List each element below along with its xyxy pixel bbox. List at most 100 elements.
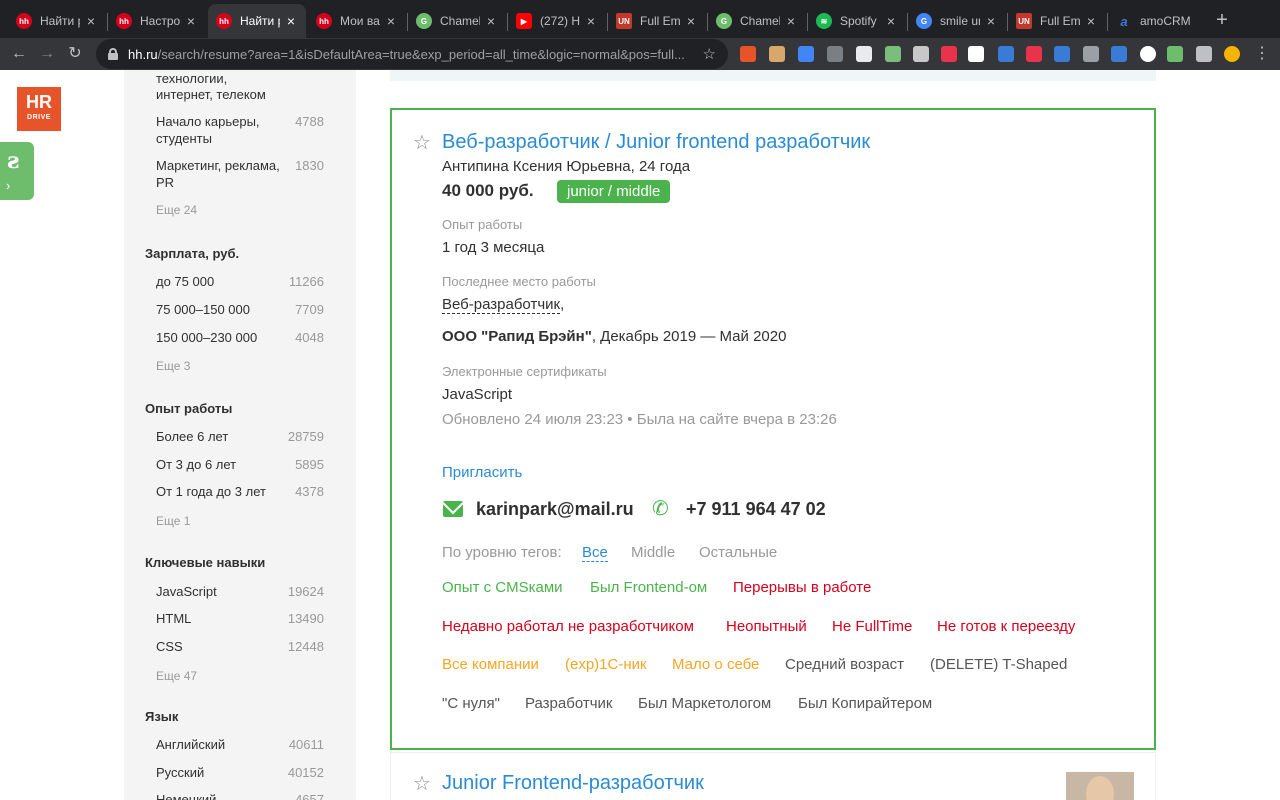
filter-item[interactable]: Начало карьеры, студенты 4788: [156, 113, 324, 147]
industry-item-label[interactable]: технологии,: [156, 70, 227, 87]
filter-item[interactable]: JavaScript 19624: [156, 583, 324, 600]
filter-item[interactable]: до 75 000 11266: [156, 273, 324, 290]
back-icon[interactable]: ←: [9, 44, 29, 64]
browser-tab[interactable]: hh Мои вак ×: [308, 4, 406, 38]
tag[interactable]: Неопытный: [726, 618, 807, 635]
puzzle-icon[interactable]: [1196, 46, 1212, 62]
close-icon[interactable]: ×: [984, 13, 998, 29]
tag[interactable]: Не FullTime: [832, 618, 912, 635]
translate-icon[interactable]: [798, 46, 814, 62]
tag[interactable]: "С нуля": [442, 695, 500, 712]
tag-level-label: По уровню тегов:: [442, 544, 562, 561]
filter-item[interactable]: 75 000–150 000 7709: [156, 301, 324, 318]
filter-item[interactable]: От 1 года до 3 лет 4378: [156, 483, 324, 500]
email-contact[interactable]: karinpark@mail.ru: [476, 499, 634, 520]
filter-item[interactable]: Русский 40152: [156, 764, 324, 781]
tag[interactable]: Все компании: [442, 656, 539, 673]
extension-icon[interactable]: [1111, 46, 1127, 62]
extension-icon[interactable]: [998, 46, 1014, 62]
extension-icon[interactable]: [885, 46, 901, 62]
bookmark-star-icon[interactable]: ☆: [703, 45, 716, 63]
last-job-position[interactable]: Веб-разработчик: [442, 296, 561, 314]
browser-tab[interactable]: UN Full Emo ×: [1008, 4, 1106, 38]
tag[interactable]: Не готов к переезду: [937, 618, 1075, 635]
candidate-photo[interactable]: [1066, 772, 1134, 800]
filter-item[interactable]: HTML 13490: [156, 610, 324, 627]
tag-level-tab-middle[interactable]: Middle: [631, 544, 675, 561]
extension-icon[interactable]: [856, 46, 872, 62]
filter-item[interactable]: Маркетинг, реклама, PR 1830: [156, 157, 324, 191]
notion-icon[interactable]: [968, 46, 984, 62]
browser-tab[interactable]: ≋ Spotify ×: [808, 4, 906, 38]
forward-icon[interactable]: →: [37, 44, 57, 64]
favorite-star-icon[interactable]: ☆: [413, 771, 431, 796]
extension-icon[interactable]: [1026, 46, 1042, 62]
tag-level-tab-other[interactable]: Остальные: [699, 544, 777, 561]
extension-icon[interactable]: [740, 46, 756, 62]
close-icon[interactable]: ×: [684, 13, 698, 29]
show-more-link[interactable]: Еще 1: [156, 514, 190, 528]
chameleon-widget[interactable]: ƨ ›: [0, 142, 34, 200]
reload-icon[interactable]: ↻: [65, 44, 85, 64]
close-icon[interactable]: ×: [384, 13, 398, 29]
menu-icon[interactable]: ⋮: [1252, 44, 1272, 64]
filter-item[interactable]: От 3 до 6 лет 5895: [156, 456, 324, 473]
extension-icon[interactable]: [1140, 46, 1156, 62]
invite-link[interactable]: Пригласить: [442, 464, 522, 481]
chevron-right-icon: ›: [6, 178, 11, 193]
browser-tab[interactable]: G Chamele ×: [408, 4, 506, 38]
browser-tab[interactable]: G Chamele ×: [708, 4, 806, 38]
resume-title-link[interactable]: Junior Frontend-разработчик: [442, 772, 704, 795]
close-icon[interactable]: ×: [184, 13, 198, 29]
tag[interactable]: Опыт с CMSками: [442, 579, 563, 596]
new-tab-button[interactable]: +: [1212, 10, 1232, 30]
browser-tab[interactable]: ▶ (272) HR ×: [508, 4, 606, 38]
browser-tab[interactable]: G smile un ×: [908, 4, 1006, 38]
tag[interactable]: (exp)1С-ник: [565, 656, 647, 673]
close-icon[interactable]: ×: [584, 13, 598, 29]
close-icon[interactable]: ×: [84, 13, 98, 29]
industry-item-label[interactable]: интернет, телеком: [156, 86, 266, 103]
show-more-link[interactable]: Еще 47: [156, 669, 197, 683]
tag-level-tab-all[interactable]: Все: [582, 544, 608, 562]
tag[interactable]: Перерывы в работе: [733, 579, 871, 596]
close-icon[interactable]: ×: [1084, 13, 1098, 29]
extension-icon[interactable]: [1083, 46, 1099, 62]
filter-item[interactable]: 150 000–230 000 4048: [156, 329, 324, 346]
browser-tab[interactable]: a amoCRM: [1108, 4, 1204, 38]
resume-title-link[interactable]: Веб-разработчик / Junior frontend разраб…: [442, 131, 870, 154]
filter-item[interactable]: Более 6 лет 28759: [156, 428, 324, 445]
show-more-link[interactable]: Еще 3: [156, 359, 190, 373]
chameleon-icon[interactable]: [1167, 46, 1183, 62]
extension-icon[interactable]: [913, 46, 929, 62]
tag[interactable]: Средний возраст: [785, 656, 904, 673]
extension-icon[interactable]: [941, 46, 957, 62]
tag[interactable]: Мало о себе: [672, 656, 759, 673]
favorite-star-icon[interactable]: ☆: [413, 130, 431, 155]
extension-icon[interactable]: [1054, 46, 1070, 62]
show-more-link[interactable]: Еще 24: [156, 203, 197, 217]
close-icon[interactable]: ×: [884, 13, 898, 29]
tag[interactable]: Был Frontend-ом: [590, 579, 707, 596]
tag[interactable]: Недавно работал не разработчиком: [442, 618, 694, 635]
extension-icon[interactable]: [827, 46, 843, 62]
browser-tab[interactable]: hh Настрой ×: [108, 4, 206, 38]
close-icon[interactable]: ×: [484, 13, 498, 29]
close-icon[interactable]: ×: [784, 13, 798, 29]
hr-drive-logo[interactable]: HR DRIVE: [17, 87, 61, 131]
filter-item[interactable]: Немецкий 4657: [156, 791, 324, 800]
address-bar[interactable]: hh.ru/search/resume?area=1&isDefaultArea…: [96, 39, 728, 69]
browser-tab-active[interactable]: hh Найти р ×: [208, 4, 306, 38]
tag[interactable]: Был Маркетологом: [638, 695, 771, 712]
browser-tab[interactable]: UN Full Emo ×: [608, 4, 706, 38]
tag[interactable]: Был Копирайтером: [798, 695, 932, 712]
browser-tab[interactable]: hh Найти р ×: [8, 4, 106, 38]
filter-item[interactable]: CSS 12448: [156, 638, 324, 655]
profile-avatar[interactable]: [1224, 46, 1240, 62]
phone-contact[interactable]: +7 911 964 47 02: [686, 499, 826, 520]
close-icon[interactable]: ×: [284, 13, 298, 29]
tag[interactable]: Разработчик: [525, 695, 612, 712]
filter-item[interactable]: Английский 40611: [156, 736, 324, 753]
tag[interactable]: (DELETE) T-Shaped: [930, 656, 1067, 673]
extension-icon[interactable]: [769, 46, 785, 62]
